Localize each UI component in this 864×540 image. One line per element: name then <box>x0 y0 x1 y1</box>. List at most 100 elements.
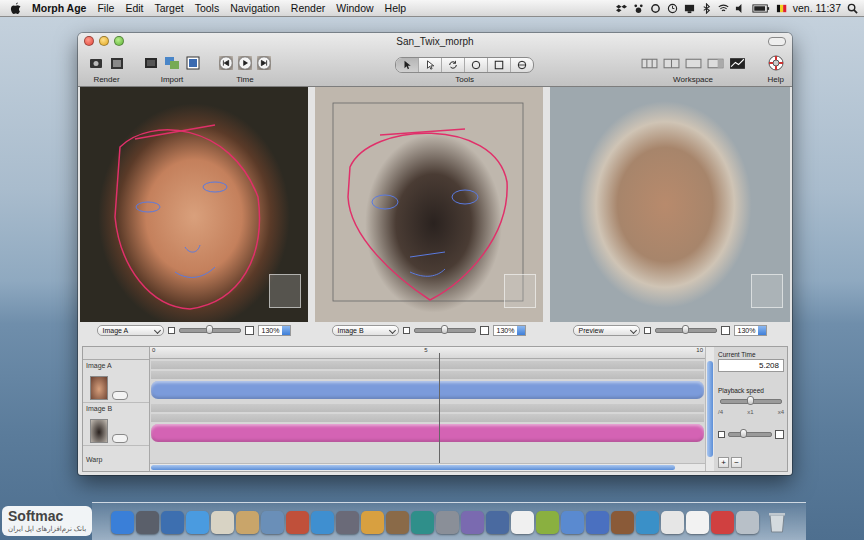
render-movie-icon[interactable] <box>109 55 125 71</box>
previous-icon[interactable] <box>219 56 233 70</box>
tool-button[interactable] <box>396 58 419 72</box>
image-select[interactable]: Image A <box>97 325 164 336</box>
dock-app-icon[interactable] <box>661 511 684 534</box>
dock-app-icon[interactable] <box>561 511 584 534</box>
dock-app-icon[interactable] <box>286 511 309 534</box>
dock-app-icon[interactable] <box>311 511 334 534</box>
dock-app-icon[interactable] <box>636 511 659 534</box>
menu-item[interactable]: Tools <box>195 2 220 14</box>
dock-app-icon[interactable] <box>186 511 209 534</box>
thumbnail-box[interactable] <box>504 274 536 308</box>
dock-app-icon[interactable] <box>436 511 459 534</box>
tool-button[interactable] <box>465 58 488 72</box>
toolbar-toggle[interactable] <box>768 37 786 46</box>
vertical-scrollbar[interactable] <box>705 347 714 471</box>
volume-icon[interactable] <box>735 3 746 14</box>
graph-icon[interactable] <box>729 57 746 70</box>
dock-app-icon[interactable] <box>386 511 409 534</box>
bluetooth-icon[interactable] <box>701 3 712 14</box>
dock-app-icon[interactable] <box>711 511 734 534</box>
zoom-slider[interactable] <box>414 328 476 333</box>
sync-icon[interactable] <box>650 3 661 14</box>
trash-icon[interactable] <box>767 510 787 534</box>
zoom-in-icon[interactable] <box>480 326 489 335</box>
menu-item[interactable]: Window <box>336 2 373 14</box>
minimize-button[interactable] <box>99 36 109 46</box>
layout-one-icon[interactable] <box>685 57 702 70</box>
menu-item[interactable]: Navigation <box>230 2 280 14</box>
display-icon[interactable] <box>684 3 695 14</box>
layout-two-icon[interactable] <box>663 57 680 70</box>
add-button[interactable]: + <box>718 457 729 468</box>
remove-button[interactable]: − <box>731 457 742 468</box>
dock-app-icon[interactable] <box>736 511 759 534</box>
wifi-icon[interactable] <box>718 3 729 14</box>
flag-icon[interactable] <box>776 3 787 14</box>
import-image-icon[interactable] <box>143 55 159 71</box>
zoom-slider[interactable] <box>655 328 717 333</box>
tool-button[interactable] <box>511 58 533 72</box>
zoom-field[interactable]: 130% <box>258 325 292 336</box>
dock-app-icon[interactable] <box>411 511 434 534</box>
dock-app-icon[interactable] <box>236 511 259 534</box>
layout-three-icon[interactable] <box>641 57 658 70</box>
dock-app-icon[interactable] <box>511 511 534 534</box>
current-time-field[interactable]: 5.208 <box>718 359 784 372</box>
battery-icon[interactable] <box>752 3 770 14</box>
dock-app-icon[interactable] <box>611 511 634 534</box>
dock-app-icon[interactable] <box>361 511 384 534</box>
playback-speed-slider[interactable] <box>720 399 782 404</box>
zoom-slider[interactable] <box>179 328 241 333</box>
dock-app-icon[interactable] <box>336 511 359 534</box>
zoom-out-icon[interactable] <box>644 327 651 334</box>
zoom-out-icon[interactable] <box>403 327 410 334</box>
playhead[interactable] <box>439 353 440 463</box>
track-bar[interactable] <box>151 424 704 442</box>
zoom-in-icon[interactable] <box>721 326 730 335</box>
zoom-in-icon[interactable] <box>775 430 784 439</box>
paw-icon[interactable] <box>633 3 644 14</box>
layout-side-icon[interactable] <box>707 57 724 70</box>
image-b-canvas[interactable] <box>315 87 543 322</box>
dock-app-icon[interactable] <box>536 511 559 534</box>
dropbox-icon[interactable] <box>616 3 627 14</box>
app-menu[interactable]: Morph Age <box>32 2 86 14</box>
track-options-button[interactable] <box>112 391 128 400</box>
menu-item[interactable]: Help <box>385 2 407 14</box>
render-frame-icon[interactable] <box>88 55 104 71</box>
menu-item[interactable]: Target <box>154 2 183 14</box>
import-sequence-icon[interactable] <box>164 55 180 71</box>
import-folder-icon[interactable] <box>185 55 201 71</box>
horizontal-scrollbar[interactable] <box>150 463 705 471</box>
time-ruler[interactable]: 0510 <box>150 347 705 359</box>
zoom-in-icon[interactable] <box>245 326 254 335</box>
tool-button[interactable] <box>442 58 465 72</box>
zoom-button[interactable] <box>114 36 124 46</box>
timeline-zoom-slider[interactable] <box>728 432 772 437</box>
image-a-canvas[interactable] <box>80 87 308 322</box>
image-select[interactable]: Image B <box>332 325 399 336</box>
thumbnail-box[interactable] <box>751 274 783 308</box>
tool-button[interactable] <box>419 58 442 72</box>
time-machine-icon[interactable] <box>667 3 678 14</box>
clock[interactable]: ven. 11:37 <box>793 2 841 14</box>
dock-app-icon[interactable] <box>486 511 509 534</box>
dock-app-icon[interactable] <box>261 511 284 534</box>
menu-item[interactable]: Edit <box>125 2 143 14</box>
dock-app-icon[interactable] <box>686 511 709 534</box>
zoom-field[interactable]: 130% <box>734 325 768 336</box>
dock-app-icon[interactable] <box>586 511 609 534</box>
zoom-out-icon[interactable] <box>168 327 175 334</box>
apple-icon[interactable] <box>10 2 21 15</box>
image-select[interactable]: Preview <box>573 325 640 336</box>
tool-button[interactable] <box>488 58 511 72</box>
dock-app-icon[interactable] <box>461 511 484 534</box>
next-icon[interactable] <box>257 56 271 70</box>
dock-app-icon[interactable] <box>161 511 184 534</box>
spotlight-icon[interactable] <box>847 3 858 14</box>
close-button[interactable] <box>84 36 94 46</box>
thumbnail-box[interactable] <box>269 274 301 308</box>
lifebuoy-icon[interactable] <box>768 55 784 71</box>
track-options-button[interactable] <box>112 434 128 443</box>
menu-item[interactable]: Render <box>291 2 325 14</box>
